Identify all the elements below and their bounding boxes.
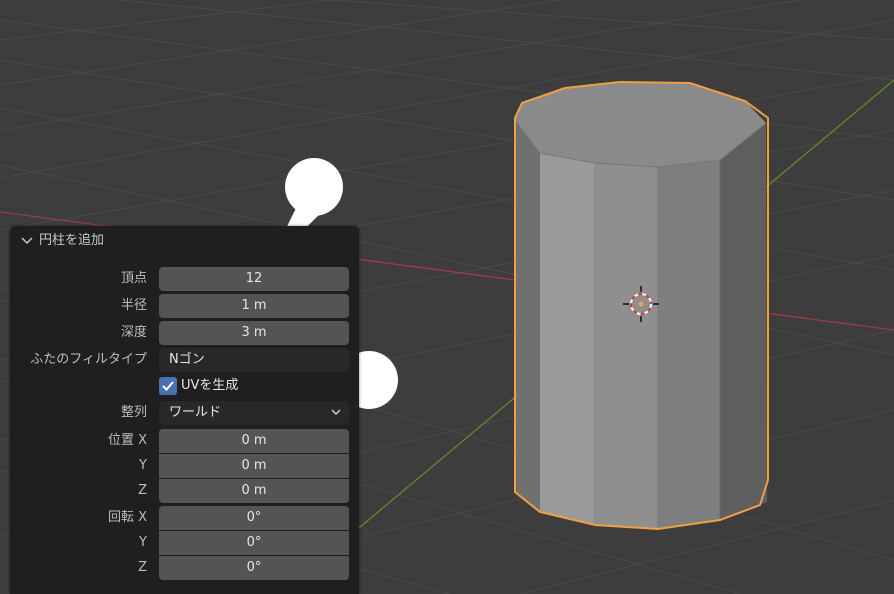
rotation-z-row: Z 0° <box>10 556 359 580</box>
chevron-down-icon <box>331 409 341 416</box>
checkmark-icon <box>162 381 174 391</box>
rotation-x-label: 回転 X <box>107 510 147 525</box>
location-y-field[interactable]: 0 m <box>159 454 349 478</box>
location-y-label: Y <box>139 458 147 473</box>
radius-field[interactable]: 1 m <box>159 294 349 318</box>
vertices-label: 頂点 <box>120 271 147 286</box>
cap-fill-type-value: Nゴン <box>169 352 205 367</box>
location-z-field[interactable]: 0 m <box>159 479 349 503</box>
location-x-label: 位置 X <box>107 433 147 448</box>
generate-uvs-checkbox[interactable] <box>159 377 177 395</box>
panel-header[interactable]: 円柱を追加 <box>10 226 359 256</box>
vertices-row: 頂点 12 <box>10 267 359 291</box>
cap-fill-type-label: ふたのフィルタイプ <box>30 352 147 367</box>
add-cylinder-panel: 円柱を追加 頂点 12 半径 1 m 深度 3 m ふたのフィルタイプ Nゴン … <box>10 226 359 594</box>
rotation-y-label: Y <box>139 535 147 550</box>
radius-row: 半径 1 m <box>10 294 359 318</box>
rotation-x-row: 回転 X 0° <box>10 506 359 530</box>
location-z-label: Z <box>138 483 147 498</box>
rotation-z-label: Z <box>138 560 147 575</box>
cap-fill-type-row: ふたのフィルタイプ Nゴン <box>10 348 359 372</box>
cap-fill-type-dropdown[interactable]: Nゴン <box>159 348 349 372</box>
rotation-x-field[interactable]: 0° <box>159 506 349 530</box>
radius-label: 半径 <box>120 298 147 313</box>
rotation-z-field[interactable]: 0° <box>159 556 349 580</box>
vertices-field[interactable]: 12 <box>159 267 349 291</box>
align-value: ワールド <box>169 405 222 420</box>
align-dropdown[interactable]: ワールド <box>159 401 349 425</box>
panel-title: 円柱を追加 <box>39 233 105 248</box>
depth-row: 深度 3 m <box>10 321 359 345</box>
location-x-row: 位置 X 0 m <box>10 429 359 453</box>
rotation-y-field[interactable]: 0° <box>159 531 349 555</box>
align-row: 整列 ワールド <box>10 401 359 425</box>
depth-label: 深度 <box>120 325 147 340</box>
chevron-down-icon[interactable] <box>21 237 33 245</box>
depth-field[interactable]: 3 m <box>159 321 349 345</box>
location-z-row: Z 0 m <box>10 479 359 503</box>
location-y-row: Y 0 m <box>10 454 359 478</box>
align-label: 整列 <box>120 405 147 420</box>
generate-uvs-label[interactable]: UVを生成 <box>181 374 238 398</box>
generate-uvs-row: UVを生成 <box>10 374 359 398</box>
location-x-field[interactable]: 0 m <box>159 429 349 453</box>
rotation-y-row: Y 0° <box>10 531 359 555</box>
